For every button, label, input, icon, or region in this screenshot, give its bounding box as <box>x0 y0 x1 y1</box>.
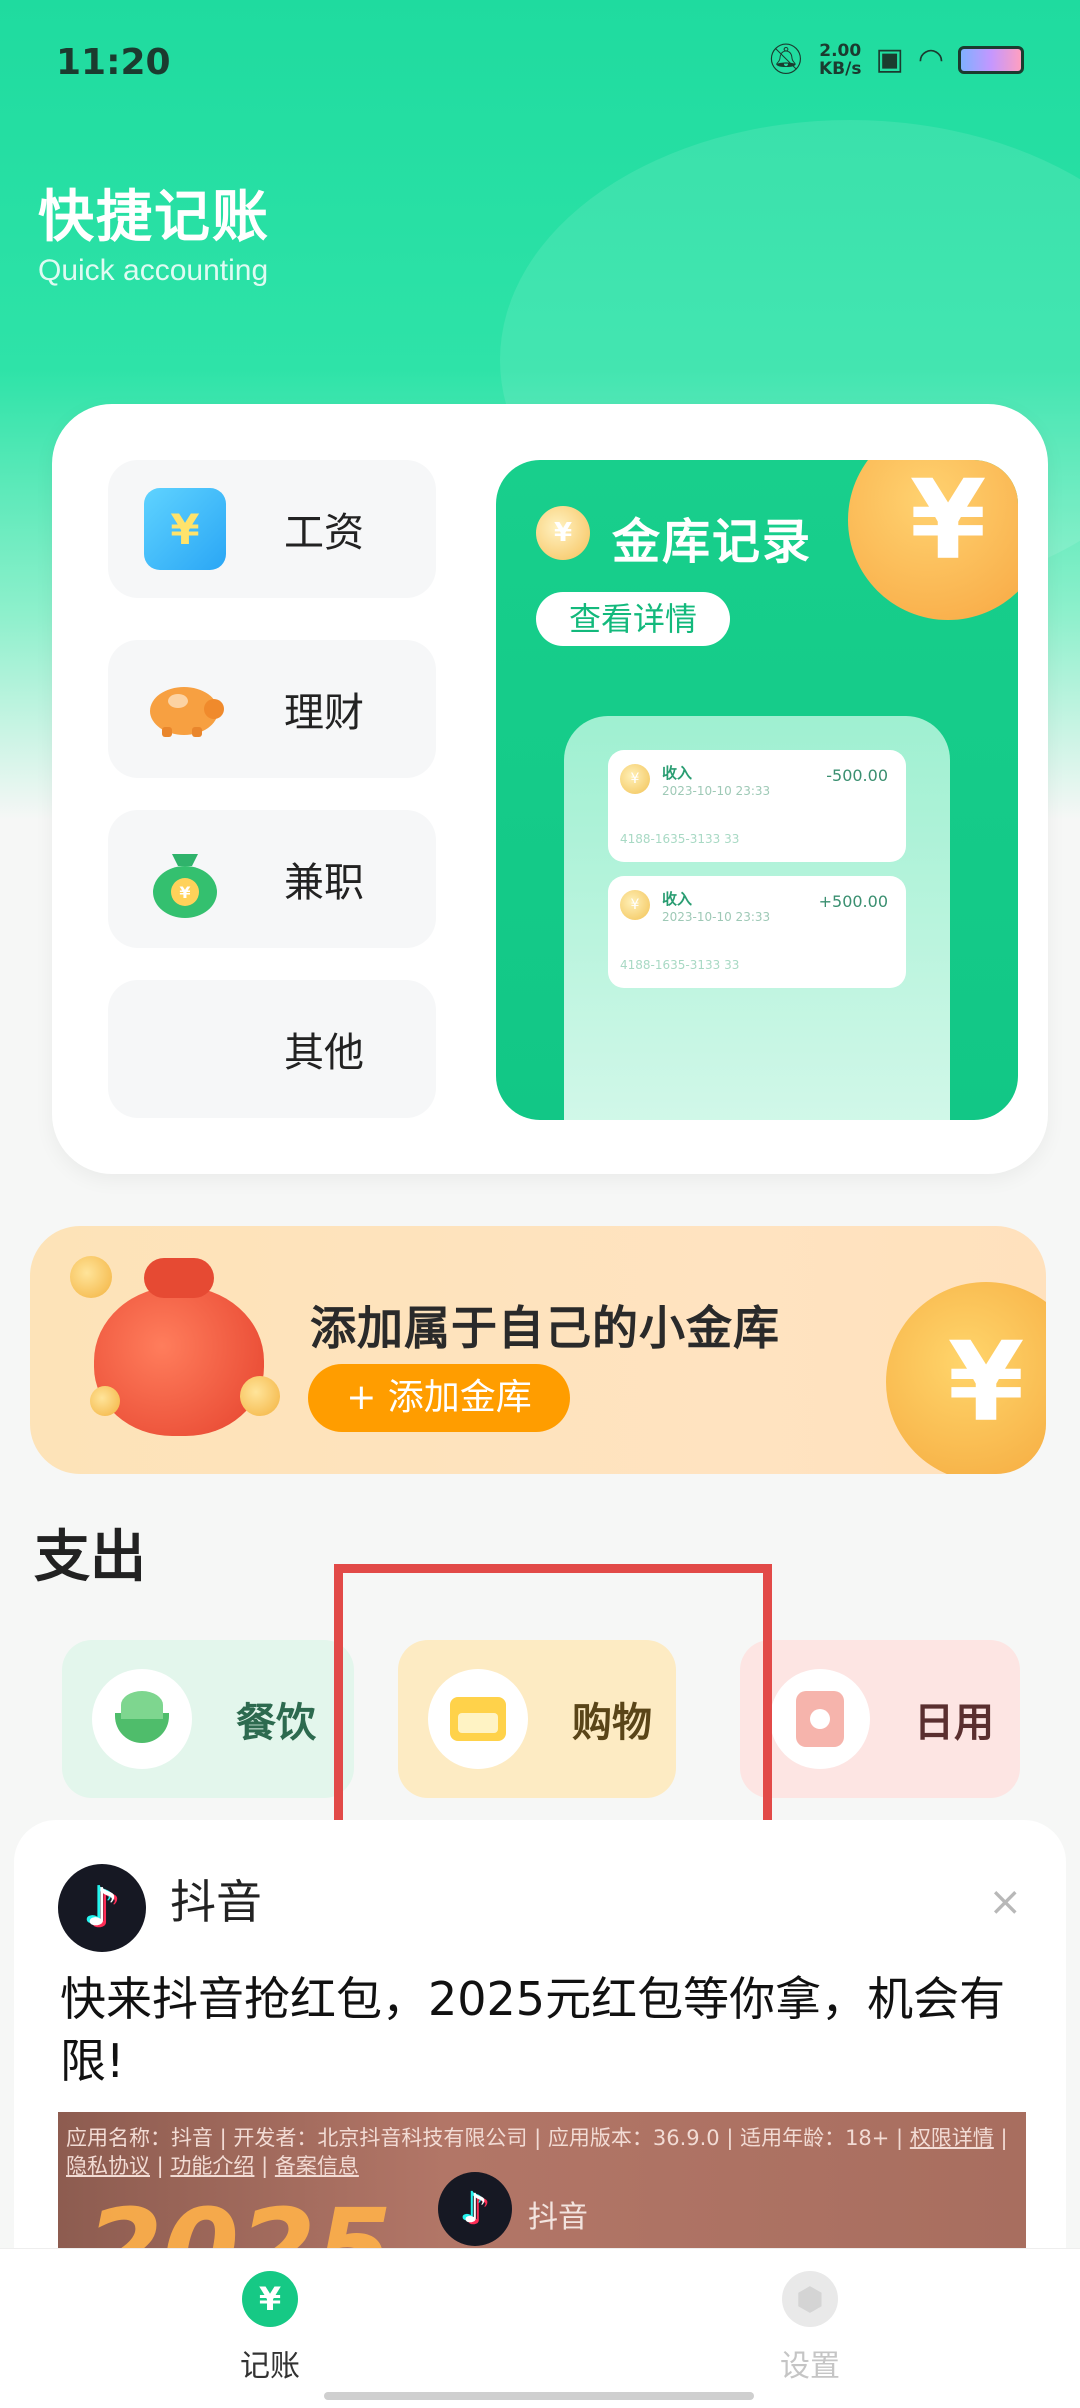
coin-icon: ¥ <box>620 890 650 920</box>
banner-title: 添加属于自己的小金库 <box>310 1301 780 1355</box>
money-bag-icon <box>94 1258 264 1436</box>
expense-section-title: 支出 <box>34 1525 146 1590</box>
record-amount: -500.00 <box>826 766 888 785</box>
vault-preview: ¥ 收入 2023-10-10 23:33 -500.00 4188-1635-… <box>564 716 950 1120</box>
category-label: 日用 <box>914 1700 994 1746</box>
coin-icon: ¥ <box>620 764 650 794</box>
income-category-salary[interactable]: ¥ 工资 <box>108 460 436 598</box>
record-date: 2023-10-10 23:33 <box>662 784 771 798</box>
privacy-link[interactable]: 隐私协议 <box>66 2154 150 2178</box>
record-type: 收入 <box>662 764 693 782</box>
coin-icon <box>90 1386 120 1416</box>
coin-icon <box>70 1256 112 1298</box>
douyin-logo-icon: ♪ <box>438 2172 512 2246</box>
coin-icon <box>240 1376 280 1416</box>
douyin-logo-icon: ♪ <box>58 1864 146 1952</box>
status-bar: 11:20 🔕︎ 2.00 KB/s ▣ ◠ <box>0 0 1080 120</box>
speed-indicator: 2.00 KB/s <box>819 42 861 78</box>
coin-icon: ¥ <box>536 506 590 560</box>
record-code: 4188-1635-3133 33 <box>620 832 740 846</box>
ad-card[interactable]: ♪ 抖音 × 快来抖音抢红包，2025元红包等你拿，机会有限! 应用名称：抖音 … <box>14 1820 1066 2260</box>
category-label: 其他 <box>284 1030 364 1076</box>
bottom-nav: ¥ 记账 ⬢ 设置 <box>0 2248 1080 2408</box>
ad-banner-app-name: 抖音 <box>528 2200 588 2235</box>
record-date: 2023-10-10 23:33 <box>662 910 771 924</box>
category-label: 兼职 <box>284 860 364 906</box>
status-icons: 🔕︎ 2.00 KB/s ▣ ◠ <box>767 42 1024 78</box>
add-vault-button[interactable]: + 添加金库 <box>308 1364 570 1432</box>
page-subtitle: Quick accounting <box>38 254 269 287</box>
mute-icon: 🔕︎ <box>766 42 805 77</box>
record-item: ¥ 收入 2023-10-10 23:33 +500.00 4188-1635-… <box>608 876 906 988</box>
piggy-bank-icon <box>144 668 226 750</box>
money-bag-icon: ¥ <box>144 838 226 920</box>
record-code: 4188-1635-3133 33 <box>620 958 740 972</box>
page-title: 快捷记账 <box>38 185 270 250</box>
separator: | <box>150 2154 171 2178</box>
yuan-icon: ¥ <box>242 2271 298 2327</box>
tab-settings[interactable]: ⬢ 设置 <box>710 2249 910 2408</box>
record-amount: +500.00 <box>818 892 888 911</box>
home-indicator[interactable] <box>324 2392 754 2400</box>
permissions-link[interactable]: 权限详情 <box>910 2126 994 2150</box>
ad-app-info: 应用名称：抖音 | 开发者：北京抖音科技有限公司 | 应用版本：36.9.0 |… <box>66 2124 1016 2180</box>
ad-meta-text: 应用名称：抖音 | 开发者：北京抖音科技有限公司 | 应用版本：36.9.0 |… <box>66 2126 910 2150</box>
income-card: ¥ 工资 理财 ¥ 兼职 其他 ¥ ¥ 金库记录 查看详情 ¥ 收入 2023-… <box>52 404 1048 1174</box>
grid-icon <box>144 1008 226 1090</box>
wallet-icon: ¥ <box>144 488 226 570</box>
record-type: 收入 <box>662 890 693 908</box>
category-label: 餐饮 <box>236 1700 316 1746</box>
separator: | <box>993 2126 1008 2150</box>
vault-record-panel[interactable]: ¥ ¥ 金库记录 查看详情 ¥ 收入 2023-10-10 23:33 -500… <box>496 460 1018 1120</box>
svg-text:¥: ¥ <box>179 883 190 902</box>
ad-text[interactable]: 快来抖音抢红包，2025元红包等你拿，机会有限! <box>60 1968 1040 2092</box>
features-link[interactable]: 功能介绍 <box>170 2154 254 2178</box>
category-label: 工资 <box>284 510 364 556</box>
settings-icon: ⬢ <box>782 2271 838 2327</box>
coin-icon: ¥ <box>886 1282 1046 1474</box>
view-details-button[interactable]: 查看详情 <box>536 592 730 646</box>
add-vault-banner[interactable]: 添加属于自己的小金库 + 添加金库 ¥ <box>30 1226 1046 1474</box>
tab-bookkeeping[interactable]: ¥ 记账 <box>170 2249 370 2408</box>
wifi-icon: ◠ <box>917 42 944 77</box>
category-label: 理财 <box>284 690 364 736</box>
battery-icon <box>958 46 1024 74</box>
ad-banner-image[interactable]: 应用名称：抖音 | 开发者：北京抖音科技有限公司 | 应用版本：36.9.0 |… <box>58 2112 1026 2260</box>
expense-category-dining[interactable]: 餐饮 <box>62 1640 354 1798</box>
income-category-other[interactable]: 其他 <box>108 980 436 1118</box>
tab-label: 记账 <box>240 2349 300 2384</box>
tab-label: 设置 <box>780 2349 840 2384</box>
record-item: ¥ 收入 2023-10-10 23:33 -500.00 4188-1635-… <box>608 750 906 862</box>
status-time: 11:20 <box>56 42 171 83</box>
bowl-icon <box>92 1669 192 1769</box>
sim-icon: ▣ <box>875 42 904 77</box>
vault-title: 金库记录 <box>612 514 813 570</box>
income-category-parttime[interactable]: ¥ 兼职 <box>108 810 436 948</box>
speed-unit: KB/s <box>818 59 862 79</box>
speed-value: 2.00 <box>819 41 862 61</box>
income-category-finance[interactable]: 理财 <box>108 640 436 778</box>
ad-app-name: 抖音 <box>170 1875 262 1929</box>
highlight-box <box>334 1564 772 1854</box>
tissue-roll-icon <box>770 1669 870 1769</box>
filing-link[interactable]: 备案信息 <box>275 2154 359 2178</box>
coin-icon: ¥ <box>848 460 1018 620</box>
separator: | <box>254 2154 275 2178</box>
expense-category-daily[interactable]: 日用 <box>740 1640 1020 1798</box>
close-icon[interactable]: × <box>988 1882 1022 1922</box>
